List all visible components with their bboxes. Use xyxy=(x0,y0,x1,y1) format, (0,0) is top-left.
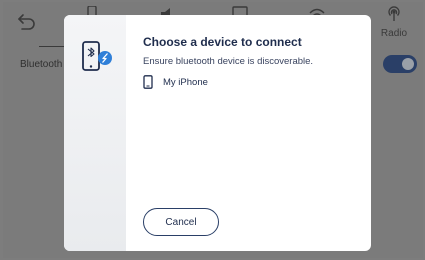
radio-tab-label: Radio xyxy=(380,28,408,39)
cancel-button[interactable]: Cancel xyxy=(143,208,219,236)
device-name: My iPhone xyxy=(163,76,208,88)
cancel-button-label: Cancel xyxy=(165,216,197,228)
bluetooth-setting-label: Bluetooth xyxy=(20,59,63,70)
bluetooth-toggle[interactable] xyxy=(383,55,417,73)
device-connect-dialog: Choose a device to connect Ensure blueto… xyxy=(64,15,371,251)
device-list-item[interactable]: My iPhone xyxy=(143,74,208,90)
dialog-title: Choose a device to connect xyxy=(143,35,302,49)
tab-radio[interactable]: Radio xyxy=(379,6,409,39)
dialog-side-panel xyxy=(64,15,126,251)
phone-bluetooth-icon xyxy=(82,41,112,71)
dialog-subtitle: Ensure bluetooth device is discoverable. xyxy=(143,56,314,67)
toggle-knob xyxy=(402,58,414,70)
radio-icon xyxy=(388,6,400,21)
back-arrow-icon[interactable] xyxy=(16,10,38,32)
smartphone-icon xyxy=(143,75,153,89)
